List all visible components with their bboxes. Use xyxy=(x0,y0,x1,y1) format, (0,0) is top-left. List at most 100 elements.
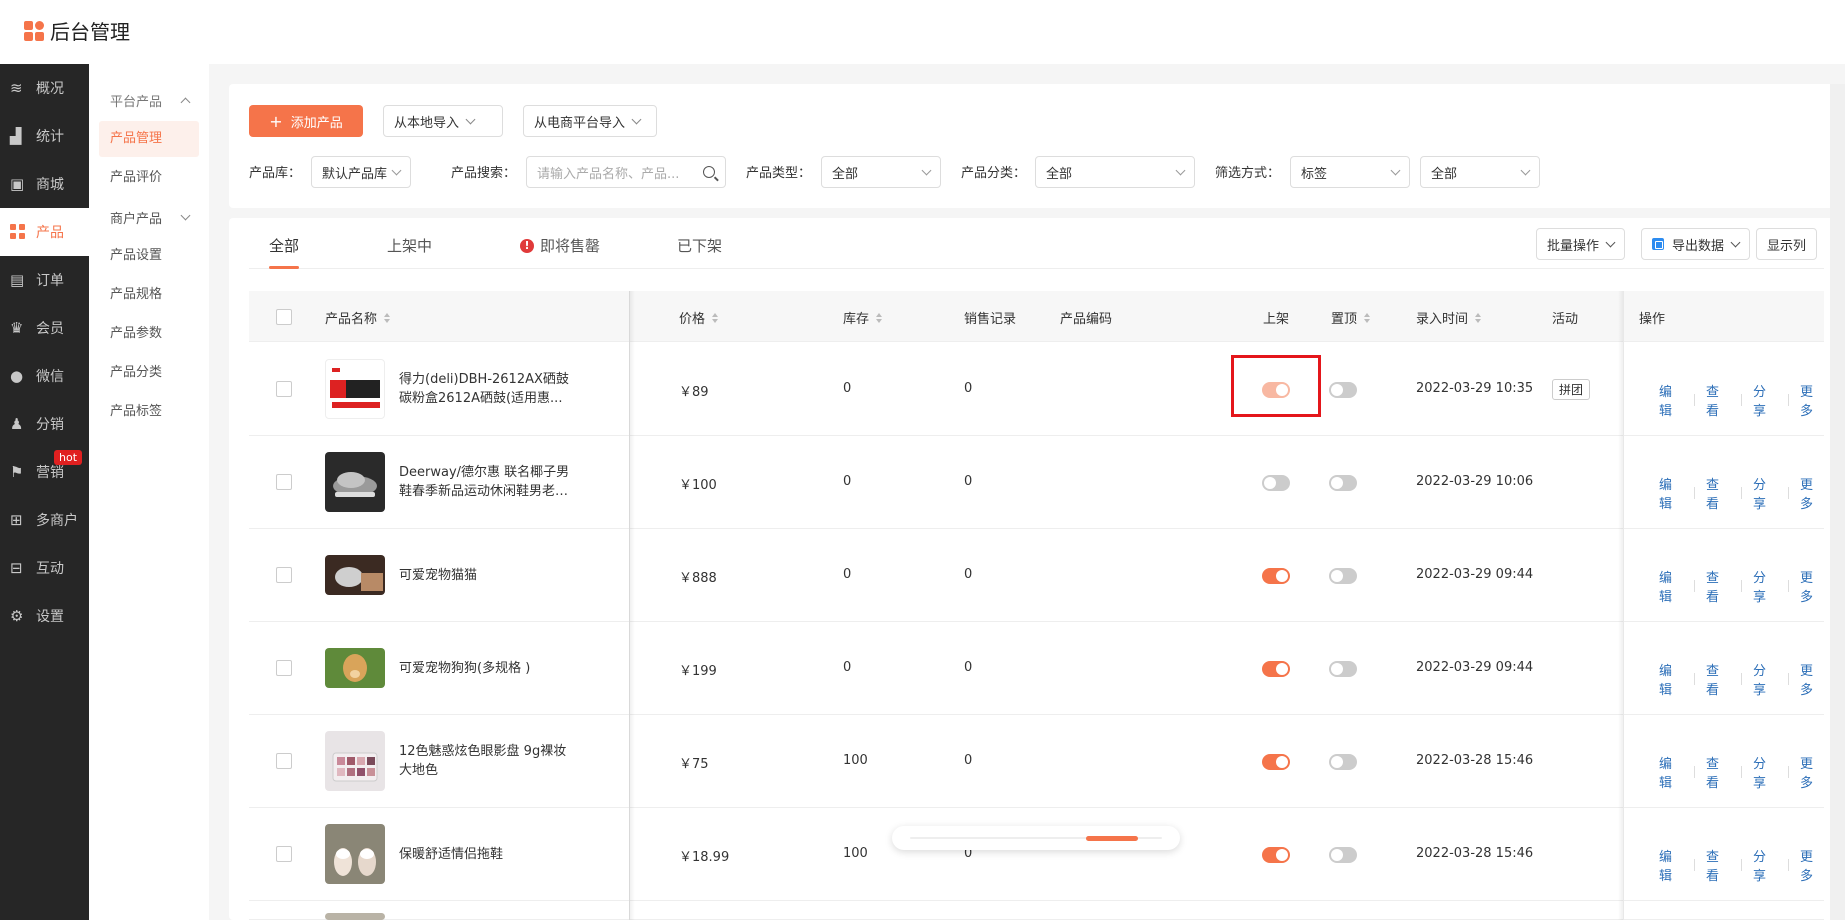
submenu-item-product-tags[interactable]: 产品标签 xyxy=(99,394,199,430)
pin-top-toggle[interactable] xyxy=(1329,754,1357,770)
submenu-item-product-params[interactable]: 产品参数 xyxy=(99,316,199,352)
filter-mode-select[interactable]: 标签 xyxy=(1290,156,1410,188)
pin-top-toggle[interactable] xyxy=(1329,661,1357,677)
select-all-checkbox[interactable] xyxy=(276,309,292,325)
edit-link[interactable]: 编辑 xyxy=(1659,474,1683,512)
edit-link[interactable]: 编辑 xyxy=(1659,846,1683,884)
product-name[interactable]: 12色魅惑炫色眼影盘 9g裸妆大地色 xyxy=(399,742,579,780)
edit-link[interactable]: 编辑 xyxy=(1659,753,1683,791)
row-checkbox[interactable] xyxy=(276,753,292,769)
sidebar-item-stats[interactable]: ▟ 统计 xyxy=(0,112,89,160)
view-link[interactable]: 查看 xyxy=(1706,567,1730,605)
row-checkbox[interactable] xyxy=(276,381,292,397)
pin-top-toggle[interactable] xyxy=(1329,568,1357,584)
edit-link[interactable]: 编辑 xyxy=(1659,660,1683,698)
submenu-item-product-spec[interactable]: 产品规格 xyxy=(99,277,199,313)
tab-on-shelf[interactable]: 上架中 xyxy=(387,235,432,256)
import-ecommerce-dropdown[interactable]: 从电商平台导入 xyxy=(523,105,657,137)
product-name[interactable]: 保暖舒适情侣拖鞋 xyxy=(399,845,579,864)
tab-off-shelf[interactable]: 已下架 xyxy=(677,235,722,256)
on-shelf-toggle[interactable] xyxy=(1262,847,1290,863)
tab-all[interactable]: 全部 xyxy=(269,235,299,256)
row-checkbox[interactable] xyxy=(276,567,292,583)
product-name[interactable]: 得力(deli)DBH-2612AX硒鼓 碳粉盒2612A硒鼓(适用惠... xyxy=(399,370,579,408)
edit-link[interactable]: 编辑 xyxy=(1659,567,1683,605)
product-thumbnail[interactable] xyxy=(325,648,385,688)
on-shelf-toggle[interactable] xyxy=(1262,754,1290,770)
product-name[interactable]: 可爱宠物狗狗(多规格 ) xyxy=(399,659,579,678)
product-thumbnail[interactable] xyxy=(325,452,385,512)
col-name-header[interactable]: 产品名称 xyxy=(325,308,391,327)
more-link[interactable]: 更多 xyxy=(1800,567,1824,605)
category-select[interactable]: 全部 xyxy=(1035,156,1195,188)
scroll-thumb[interactable] xyxy=(1086,836,1138,841)
submenu-group-merchant[interactable]: 商户产品 xyxy=(89,199,209,235)
import-local-dropdown[interactable]: 从本地导入 xyxy=(383,105,503,137)
sidebar-item-shop[interactable]: ▣ 商城 xyxy=(0,160,89,208)
type-select[interactable]: 全部 xyxy=(821,156,941,188)
submenu-group-platform[interactable]: 平台产品 xyxy=(89,82,209,118)
on-shelf-toggle[interactable] xyxy=(1262,568,1290,584)
sidebar-item-interact[interactable]: ⊟ 互动 xyxy=(0,544,89,592)
row-checkbox[interactable] xyxy=(276,846,292,862)
export-data-dropdown[interactable]: 导出数据 xyxy=(1641,228,1751,260)
on-shelf-toggle[interactable] xyxy=(1262,475,1290,491)
horizontal-scroll-indicator[interactable] xyxy=(892,826,1180,850)
add-product-button[interactable]: + 添加产品 xyxy=(249,105,363,137)
more-link[interactable]: 更多 xyxy=(1800,846,1824,884)
col-stock-header[interactable]: 库存 xyxy=(843,308,883,327)
share-link[interactable]: 分享 xyxy=(1753,381,1777,419)
on-shelf-toggle[interactable] xyxy=(1262,661,1290,677)
pin-top-toggle[interactable] xyxy=(1329,847,1357,863)
more-link[interactable]: 更多 xyxy=(1800,753,1824,791)
share-link[interactable]: 分享 xyxy=(1753,753,1777,791)
product-name[interactable]: 可爱宠物猫猫 xyxy=(399,566,579,585)
product-thumbnail[interactable] xyxy=(325,913,385,920)
share-link[interactable]: 分享 xyxy=(1753,474,1777,512)
submenu-item-product-category[interactable]: 产品分类 xyxy=(99,355,199,391)
col-pin-header[interactable]: 置顶 xyxy=(1331,308,1371,327)
app-logo[interactable]: 后台管理 xyxy=(24,16,130,45)
sidebar-item-wechat[interactable]: ● 微信 xyxy=(0,352,89,400)
share-link[interactable]: 分享 xyxy=(1753,567,1777,605)
batch-operations-dropdown[interactable]: 批量操作 xyxy=(1536,228,1626,260)
col-price-header[interactable]: 价格 xyxy=(679,308,719,327)
product-thumbnail[interactable] xyxy=(325,555,385,595)
sidebar-item-members[interactable]: ♛ 会员 xyxy=(0,304,89,352)
view-link[interactable]: 查看 xyxy=(1706,660,1730,698)
row-checkbox[interactable] xyxy=(276,474,292,490)
library-select[interactable]: 默认产品库 xyxy=(311,156,411,188)
search-input[interactable]: 请输入产品名称、产品... xyxy=(526,156,726,188)
filter-value-select[interactable]: 全部 xyxy=(1420,156,1540,188)
submenu-item-product-manage[interactable]: 产品管理 xyxy=(99,121,199,157)
sidebar-item-products[interactable]: 产品 xyxy=(0,208,89,256)
view-link[interactable]: 查看 xyxy=(1706,846,1730,884)
view-link[interactable]: 查看 xyxy=(1706,381,1730,419)
vertical-scrollbar[interactable] xyxy=(1830,84,1845,920)
more-link[interactable]: 更多 xyxy=(1800,474,1824,512)
view-link[interactable]: 查看 xyxy=(1706,474,1730,512)
search-icon[interactable] xyxy=(703,166,715,178)
product-name[interactable]: Deerway/德尔惠 联名椰子男鞋春季新品运动休闲鞋男老爹... xyxy=(399,463,579,501)
more-link[interactable]: 更多 xyxy=(1800,660,1824,698)
more-link[interactable]: 更多 xyxy=(1800,381,1824,419)
sidebar-item-distribution[interactable]: ♟ 分销 xyxy=(0,400,89,448)
product-thumbnail[interactable] xyxy=(325,359,385,419)
submenu-item-product-review[interactable]: 产品评价 xyxy=(99,160,199,196)
product-thumbnail[interactable] xyxy=(325,731,385,791)
sidebar-item-settings[interactable]: ⚙ 设置 xyxy=(0,592,89,640)
pin-top-toggle[interactable] xyxy=(1329,382,1357,398)
share-link[interactable]: 分享 xyxy=(1753,660,1777,698)
sidebar-item-overview[interactable]: ≋ 概况 xyxy=(0,64,89,112)
tab-selling-out[interactable]: ! 即将售罄 xyxy=(520,235,600,256)
submenu-item-product-settings[interactable]: 产品设置 xyxy=(99,238,199,274)
sidebar-item-multi-merchant[interactable]: ⊞ 多商户 xyxy=(0,496,89,544)
row-checkbox[interactable] xyxy=(276,660,292,676)
sidebar-item-orders[interactable]: ▤ 订单 xyxy=(0,256,89,304)
pin-top-toggle[interactable] xyxy=(1329,475,1357,491)
col-time-header[interactable]: 录入时间 xyxy=(1416,308,1482,327)
edit-link[interactable]: 编辑 xyxy=(1659,381,1683,419)
sidebar-item-marketing[interactable]: ⚑ 营销 hot xyxy=(0,448,89,496)
display-columns-button[interactable]: 显示列 xyxy=(1756,228,1818,260)
share-link[interactable]: 分享 xyxy=(1753,846,1777,884)
